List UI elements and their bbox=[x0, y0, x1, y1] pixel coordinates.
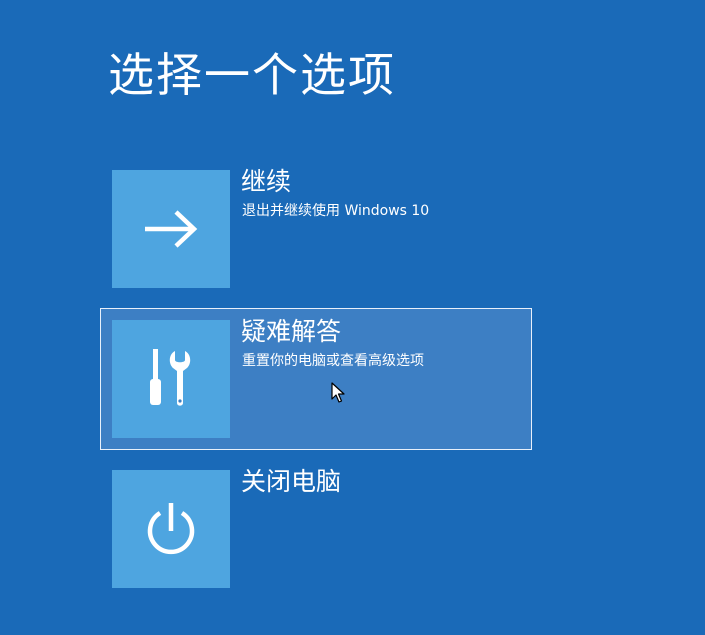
troubleshoot-label: 疑难解答 bbox=[241, 317, 342, 346]
continue-tile[interactable] bbox=[112, 170, 230, 288]
tools-icon bbox=[150, 349, 191, 406]
power-icon bbox=[147, 503, 195, 555]
troubleshoot-description: 重置你的电脑或查看高级选项 bbox=[242, 353, 424, 369]
mouse-pointer-icon bbox=[331, 382, 345, 408]
page-title: 选择一个选项 bbox=[108, 48, 396, 102]
continue-description: 退出并继续使用 Windows 10 bbox=[242, 203, 430, 219]
shutdown-tile[interactable] bbox=[112, 470, 230, 588]
troubleshoot-option[interactable]: 疑难解答 重置你的电脑或查看高级选项 bbox=[100, 308, 532, 450]
continue-option[interactable]: 继续 退出并继续使用 Windows 10 bbox=[100, 158, 532, 300]
shutdown-label: 关闭电脑 bbox=[241, 467, 342, 496]
continue-label: 继续 bbox=[241, 167, 292, 196]
troubleshoot-tile[interactable] bbox=[112, 320, 230, 438]
shutdown-option[interactable]: 关闭电脑 bbox=[100, 458, 532, 600]
arrow-right-icon bbox=[145, 210, 198, 248]
